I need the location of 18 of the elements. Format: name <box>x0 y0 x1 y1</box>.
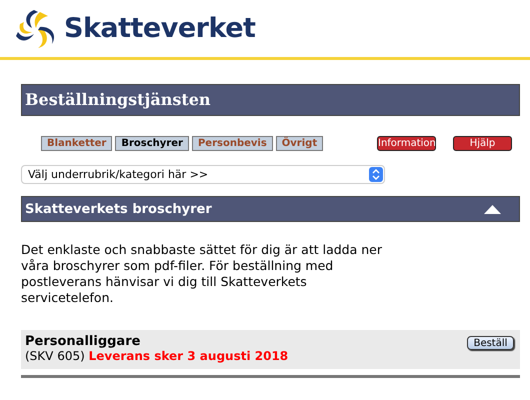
brand-name: Skatteverket <box>64 13 256 44</box>
action-button[interactable]: Hjälp <box>453 136 512 150</box>
brochure-name: Personalliggare <box>25 334 142 349</box>
tab[interactable]: Broschyrer <box>115 136 189 150</box>
tab[interactable]: Övrigt <box>276 136 324 150</box>
dropdown-icon <box>369 167 383 182</box>
action-button[interactable]: Information <box>377 136 436 150</box>
category-select[interactable]: Välj underrubrik/kategori här >> <box>21 165 385 184</box>
collapse-icon[interactable] <box>484 204 501 214</box>
order-button[interactable]: Beställ <box>467 336 514 350</box>
delivery-note: Leverans sker 3 augusti 2018 <box>88 349 288 363</box>
page-title: Beställningstjänsten <box>21 84 520 116</box>
section-header[interactable]: Skatteverkets broschyrer <box>21 196 520 222</box>
tab[interactable]: Personbevis <box>192 136 273 150</box>
section-title: Skatteverkets broschyrer <box>25 202 212 216</box>
intro-text: Det enklaste och snabbaste sättet för dig är att ladda ner våra broschyrer som pdf-filer. För beställning med postleverans hänvisar vi dig till Skatteverkets servicetelefon. <box>21 242 383 306</box>
tab[interactable]: Blanketter <box>41 136 112 150</box>
brochure-code: (SKV 605) <box>25 349 85 363</box>
